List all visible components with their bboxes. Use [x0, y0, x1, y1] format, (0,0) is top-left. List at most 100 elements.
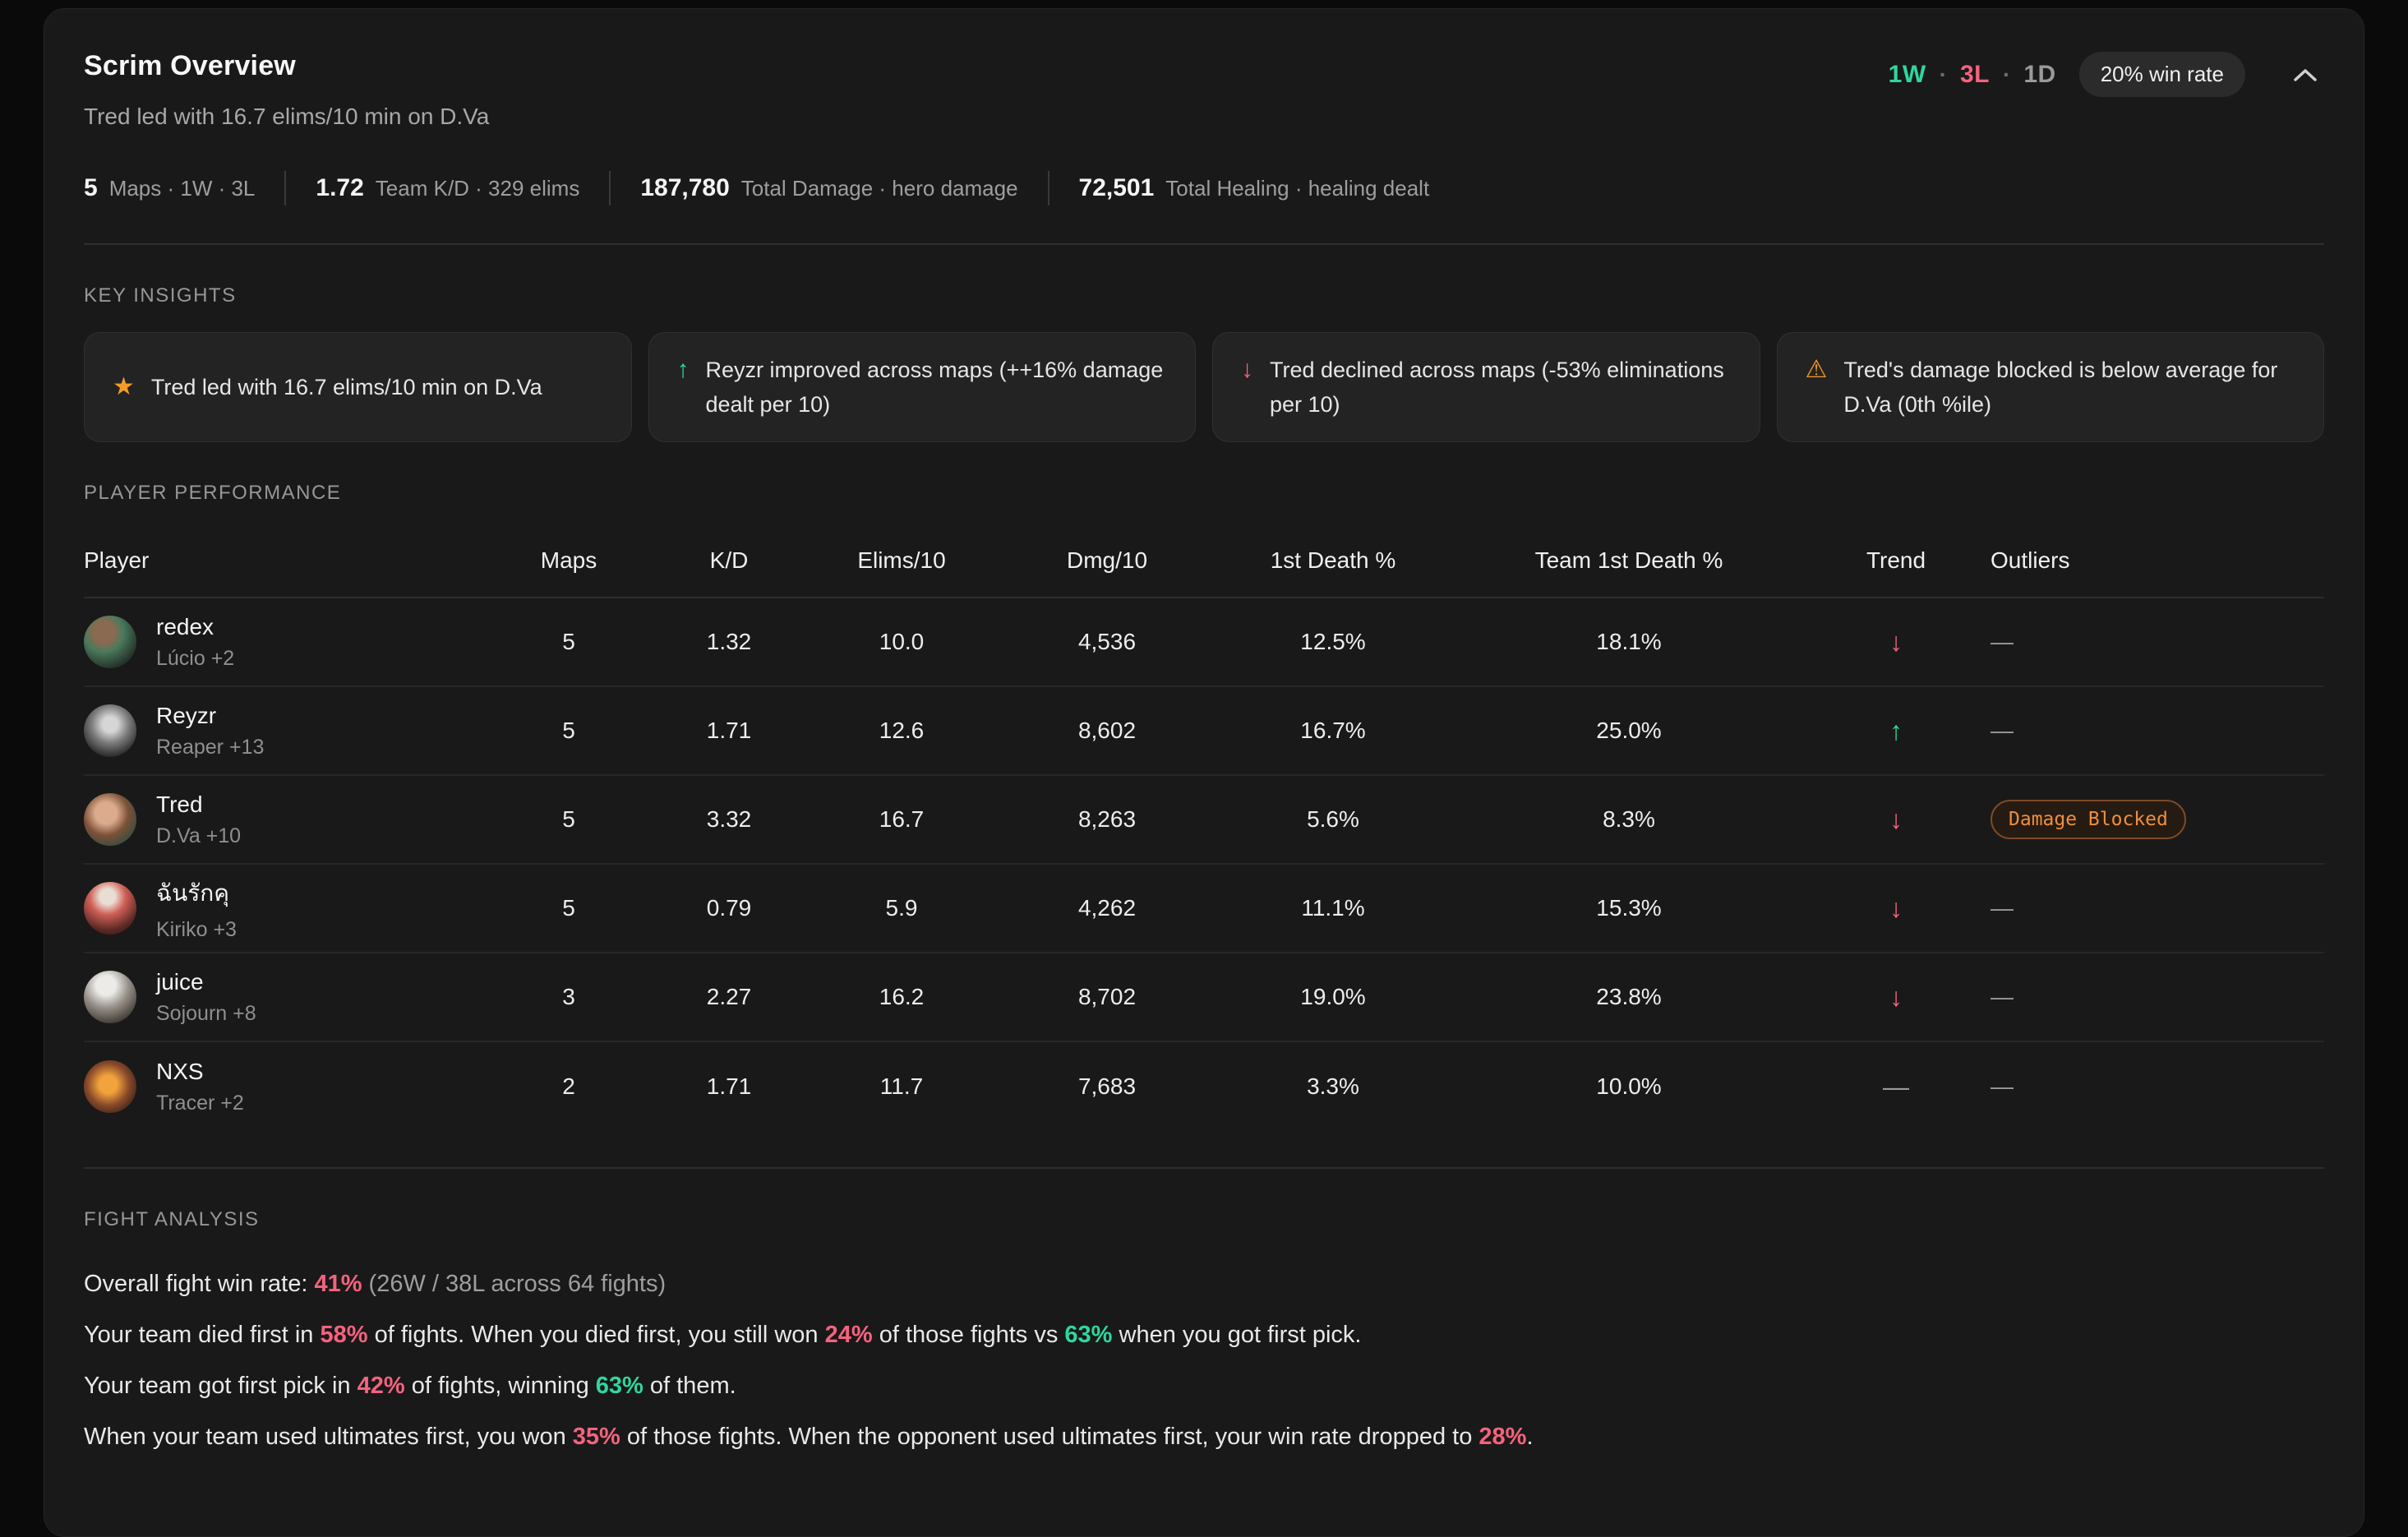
cell-team-first-death: 15.3% — [1456, 895, 1801, 921]
fight-line-first-pick: Your team got first pick in 42% of fight… — [84, 1371, 2324, 1401]
player-name: ฉันรักคุ — [156, 875, 237, 912]
stat-divider — [609, 171, 611, 205]
header-text-block: Scrim Overview Tred led with 16.7 elims/… — [84, 50, 489, 130]
col-first-death: 1st Death % — [1210, 547, 1456, 574]
fight-text: of those fights. When the opponent used … — [620, 1424, 1479, 1450]
cell-first-death: 16.7% — [1210, 718, 1456, 744]
trend-flat-icon: — — [1801, 1072, 1991, 1102]
col-kd: K/D — [659, 547, 799, 574]
lucio-portrait-avatar — [84, 616, 136, 668]
arrow-down-icon: ↓ — [1241, 353, 1253, 387]
fight-pct: 58% — [320, 1322, 367, 1348]
player-performance-label: PLAYER PERFORMANCE — [84, 482, 2324, 505]
player-heroes: D.Va +10 — [156, 824, 241, 848]
fight-text: Overall fight win rate: — [84, 1271, 314, 1297]
cell-kd: 1.71 — [659, 718, 799, 744]
player-name: Reyzr — [156, 703, 264, 729]
cell-maps: 5 — [478, 806, 659, 833]
sojourn-portrait-avatar — [84, 971, 136, 1023]
table-row-chanrakku: ฉันรักคุ Kiriko +3 5 0.79 5.9 4,262 11.1… — [84, 865, 2324, 953]
player-heroes: Lúcio +2 — [156, 647, 234, 671]
record-losses: 3L — [1960, 61, 1990, 89]
player-name: Tred — [156, 792, 241, 818]
cell-first-death: 3.3% — [1210, 1073, 1456, 1100]
fight-line-died-first: Your team died first in 58% of fights. W… — [84, 1320, 2324, 1350]
cell-team-first-death: 23.8% — [1456, 984, 1801, 1010]
fight-pct: 24% — [825, 1322, 873, 1348]
fight-text: of fights, winning — [405, 1373, 596, 1399]
cell-maps: 5 — [478, 629, 659, 655]
section-divider — [84, 1167, 2324, 1169]
fight-analysis-label: FIGHT ANALYSIS — [84, 1208, 2324, 1231]
stat-team-kd: 1.72 Team K/D · 329 elims — [316, 174, 579, 202]
fight-text: Your team died first in — [84, 1322, 320, 1348]
cell-team-first-death: 25.0% — [1456, 718, 1801, 744]
col-outliers: Outliers — [1991, 547, 2324, 574]
cell-kd: 0.79 — [659, 895, 799, 921]
section-divider — [84, 243, 2324, 245]
header-record-block: 1W · 3L · 1D 20% win rate — [1889, 50, 2324, 97]
cell-elims10: 12.6 — [799, 718, 1004, 744]
damage-blocked-badge: Damage Blocked — [1991, 800, 2186, 839]
stat-total-healing: 72,501 Total Healing · healing dealt — [1079, 174, 1430, 202]
player-performance-table: Player Maps K/D Elims/10 Dmg/10 1st Deat… — [84, 547, 2324, 1131]
cell-maps: 3 — [478, 984, 659, 1010]
insight-text: Tred led with 16.7 elims/10 min on D.Va — [151, 370, 542, 404]
cell-outlier: — — [1991, 895, 2324, 921]
cell-kd: 1.71 — [659, 1073, 799, 1100]
arrow-up-icon: ↑ — [677, 353, 690, 387]
stat-label: Team K/D · 329 elims — [376, 176, 580, 201]
cell-dmg10: 7,683 — [1004, 1073, 1210, 1100]
trend-down-icon: ↓ — [1801, 982, 1991, 1013]
win-rate-badge: 20% win rate — [2079, 52, 2245, 97]
fight-line-ultimates: When your team used ultimates first, you… — [84, 1422, 2324, 1452]
fight-text: of those fights vs — [873, 1322, 1065, 1348]
player-heroes: Reaper +13 — [156, 736, 264, 759]
stat-divider — [284, 171, 286, 205]
cell-dmg10: 8,702 — [1004, 984, 1210, 1010]
cell-dmg10: 4,262 — [1004, 895, 1210, 921]
cell-elims10: 10.0 — [799, 629, 1004, 655]
insight-card-tred-declined: ↓ Tred declined across maps (-53% elimin… — [1212, 332, 1760, 442]
warning-icon: ⚠ — [1806, 353, 1828, 387]
col-team-first-death: Team 1st Death % — [1456, 547, 1801, 574]
cell-dmg10: 8,263 — [1004, 806, 1210, 833]
table-row-redex: redex Lúcio +2 5 1.32 10.0 4,536 12.5% 1… — [84, 598, 2324, 687]
cell-outlier: — — [1991, 1073, 2324, 1100]
cell-first-death: 19.0% — [1210, 984, 1456, 1010]
dva-portrait-avatar — [84, 793, 136, 846]
scrim-overview-panel: Scrim Overview Tred led with 16.7 elims/… — [44, 8, 2364, 1537]
page-title: Scrim Overview — [84, 50, 489, 82]
fight-pct: 28% — [1478, 1424, 1526, 1450]
col-player: Player — [84, 547, 478, 574]
cell-maps: 5 — [478, 718, 659, 744]
trend-down-icon: ↓ — [1801, 805, 1991, 835]
cell-outlier: — — [1991, 984, 2324, 1010]
cell-maps: 5 — [478, 895, 659, 921]
tracer-portrait-avatar — [84, 1060, 136, 1113]
stat-value: 187,780 — [640, 174, 729, 202]
fight-text: . — [1526, 1424, 1533, 1450]
kiriko-portrait-avatar — [84, 882, 136, 935]
fight-pct: 63% — [596, 1373, 644, 1399]
stat-label: Total Healing · healing dealt — [1165, 176, 1429, 201]
insight-card-tred-led: ★ Tred led with 16.7 elims/10 min on D.V… — [84, 332, 632, 442]
record-draws: 1D — [2023, 61, 2055, 89]
record-separator: · — [1940, 62, 1947, 88]
fight-text: of fights. When you died first, you stil… — [368, 1322, 825, 1348]
table-row-reyzr: Reyzr Reaper +13 5 1.71 12.6 8,602 16.7%… — [84, 687, 2324, 776]
stat-label: Maps · 1W · 3L — [109, 176, 256, 201]
stat-label: Total Damage · hero damage — [741, 176, 1018, 201]
chevron-up-icon[interactable] — [2286, 61, 2324, 89]
player-name: NXS — [156, 1059, 244, 1085]
key-insights-grid: ★ Tred led with 16.7 elims/10 min on D.V… — [84, 332, 2324, 442]
insight-text: Tred's damage blocked is below average f… — [1843, 353, 2295, 422]
col-elims10: Elims/10 — [799, 547, 1004, 574]
trend-down-icon: ↓ — [1801, 893, 1991, 924]
fight-text: When your team used ultimates first, you… — [84, 1424, 573, 1450]
player-heroes: Tracer +2 — [156, 1092, 244, 1115]
insight-card-damage-blocked-warning: ⚠ Tred's damage blocked is below average… — [1777, 332, 2325, 442]
cell-kd: 3.32 — [659, 806, 799, 833]
cell-dmg10: 4,536 — [1004, 629, 1210, 655]
summary-stats-row: 5 Maps · 1W · 3L 1.72 Team K/D · 329 eli… — [84, 171, 2324, 205]
